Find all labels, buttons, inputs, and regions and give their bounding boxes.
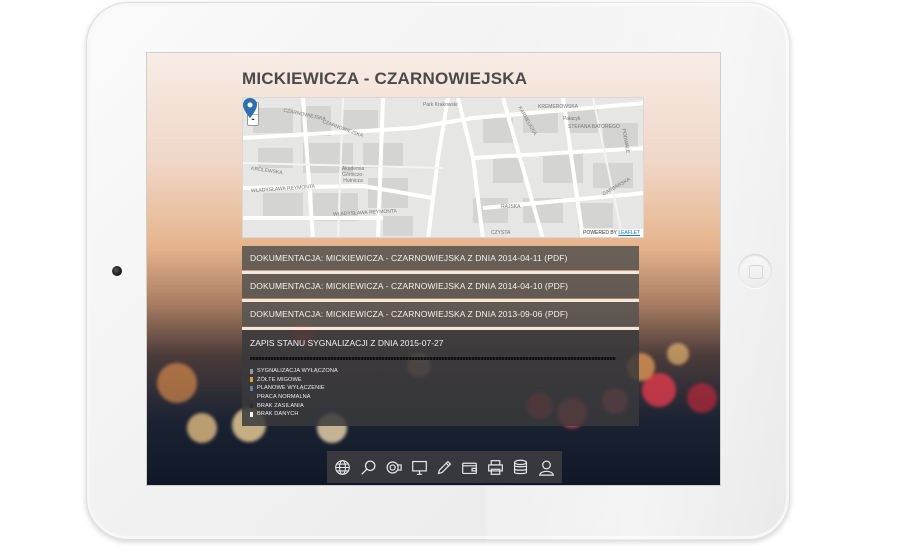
globe-icon[interactable] [333,457,353,477]
document-link[interactable]: DOKUMENTACJA: MICKIEWICZA - CZARNOWIEJSK… [242,274,639,302]
map-label: Akademia Górniczo-Hutnicza [341,166,365,184]
signal-status-panel: ZAPIS STANU SYGNALIZACJI Z DNIA 2015-07-… [242,330,639,426]
pencil-icon[interactable] [434,457,454,477]
search-icon[interactable] [358,457,378,477]
map-attribution: POWERED BY LEAFLET [580,229,643,237]
map-tiles [243,98,643,237]
camera-icon[interactable] [384,457,404,477]
bokeh-light [157,363,197,403]
bokeh-light [667,343,689,365]
legend-label: PLANOWE WYŁĄCZENIE [257,385,325,392]
map-label: Park Krakowski [423,102,458,108]
attribution-prefix: POWERED BY [583,230,617,236]
user-icon[interactable] [536,457,556,477]
legend-label: ŻÓŁTE MIGOWE [257,376,302,383]
page-title: MICKIEWICZA - CZARNOWIEJSKA [242,69,528,88]
leaflet-link[interactable]: LEAFLET [618,230,640,236]
monitor-icon[interactable] [409,457,429,477]
bottom-toolbar [327,451,562,483]
legend-swatch [250,377,253,383]
document-link[interactable]: DOKUMENTACJA: MICKIEWICZA - CZARNOWIEJSK… [242,302,639,330]
wallet-icon[interactable] [460,457,480,477]
legend-label: BRAK DANYCH [257,411,299,418]
signal-timeline-bar[interactable] [250,357,616,360]
home-button[interactable] [738,254,772,288]
bokeh-light [187,413,217,443]
legend-item: PRACA NORMALNA [250,393,338,402]
legend-label: PRACA NORMALNA [257,394,311,401]
legend-item: ŻÓŁTE MIGOWE [250,376,338,385]
screen: MICKIEWICZA - CZARNOWIEJSKA - Park Krako… [146,52,721,486]
document-link[interactable]: DOKUMENTACJA: MICKIEWICZA - CZARNOWIEJSK… [242,246,639,274]
legend-item: SYGNALIZACJA WYŁĄCZONA [250,367,338,376]
map-label: Pałacyk [563,116,581,122]
legend-item: PLANOWE WYŁĄCZENIE [250,384,338,393]
map[interactable]: + - Park Krakowski CZARNOWIEJSKA CZARNOW… [242,97,644,238]
printer-icon[interactable] [485,457,505,477]
legend-swatch [250,403,253,409]
legend-swatch [250,394,253,400]
map-label: CZYSTA [491,230,511,236]
bokeh-light [687,383,717,413]
legend-item: BRAK ZASILANIA [250,401,338,410]
signal-status-title: ZAPIS STANU SYGNALIZACJI Z DNIA 2015-07-… [250,338,444,348]
legend-swatch [250,411,253,417]
legend-item: BRAK DANYCH [250,410,338,419]
signal-legend: SYGNALIZACJA WYŁĄCZONA ŻÓŁTE MIGOWE PLAN… [250,367,338,419]
database-icon[interactable] [511,457,531,477]
map-label: STEFANA BATOREGO [568,124,620,130]
legend-label: SYGNALIZACJA WYŁĄCZONA [257,368,338,375]
legend-swatch [250,368,253,374]
map-label: RAJSKA [501,204,521,210]
legend-swatch [250,385,253,391]
legend-label: BRAK ZASILANIA [257,402,304,409]
map-label: KREMEROWSKA [538,104,579,110]
camera-lens [112,266,122,276]
map-marker-icon[interactable] [243,98,257,118]
